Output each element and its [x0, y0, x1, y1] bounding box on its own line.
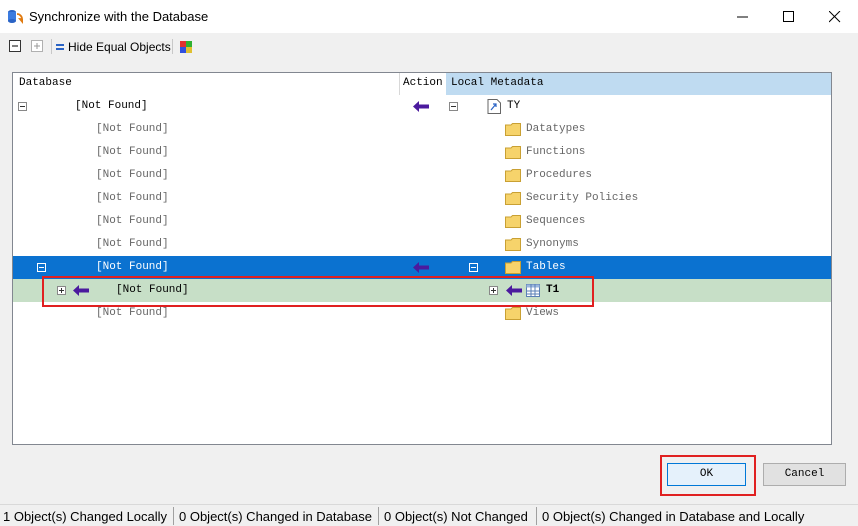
folder-icon: [505, 307, 521, 320]
column-header-database[interactable]: Database: [19, 77, 72, 89]
database-cell: [Not Found]: [116, 284, 189, 296]
toolbar-separator: [51, 39, 52, 54]
arrow-left-icon[interactable]: [73, 285, 89, 296]
database-cell: [Not Found]: [75, 100, 148, 112]
minimize-icon: [737, 16, 748, 18]
local-cell: Procedures: [526, 169, 593, 181]
tree-row-root[interactable]: [Not Found] TY: [13, 95, 831, 118]
plus-icon: [34, 43, 40, 49]
cancel-button[interactable]: Cancel: [763, 463, 846, 486]
sync-app-icon: [8, 10, 23, 24]
tree-row-t1[interactable]: [Not Found] T1: [13, 279, 831, 302]
arrow-left-icon[interactable]: [506, 285, 522, 296]
toolbar: Hide Equal Objects: [0, 33, 858, 61]
database-cell: [Not Found]: [96, 123, 169, 135]
tree-row-folder[interactable]: [Not Found] Synonyms: [13, 233, 831, 256]
folder-icon: [505, 261, 521, 274]
status-bar: 1 Object(s) Changed Locally 0 Object(s) …: [0, 504, 858, 526]
maximize-button[interactable]: [766, 0, 812, 33]
maximize-icon: [783, 11, 794, 22]
status-changed-locally: 1 Object(s) Changed Locally: [3, 509, 168, 524]
database-cell: [Not Found]: [96, 261, 169, 273]
database-cell: [Not Found]: [96, 146, 169, 158]
column-header-action[interactable]: Action: [403, 77, 443, 89]
folder-icon: [505, 192, 521, 205]
equals-icon: [56, 44, 64, 50]
collapse-all-button[interactable]: [9, 40, 21, 52]
arrow-left-icon[interactable]: [413, 262, 429, 273]
minimize-button[interactable]: [720, 0, 766, 33]
database-cell: [Not Found]: [96, 307, 169, 319]
collapse-toggle[interactable]: [18, 102, 27, 111]
close-button[interactable]: [812, 0, 858, 33]
hide-equal-objects-button[interactable]: Hide Equal Objects: [56, 37, 171, 57]
minus-icon: [12, 45, 18, 47]
schema-icon: [487, 99, 501, 114]
database-cell: [Not Found]: [96, 238, 169, 250]
expand-toggle[interactable]: [489, 286, 498, 295]
tree-row-views[interactable]: [Not Found] Views: [13, 302, 831, 325]
status-separator: [378, 507, 379, 525]
folder-icon: [505, 169, 521, 182]
toolbar-separator: [172, 39, 173, 54]
column-header-local-metadata[interactable]: Local Metadata: [446, 73, 831, 95]
local-cell: Datatypes: [526, 123, 586, 135]
status-changed-in-database: 0 Object(s) Changed in Database: [179, 509, 372, 524]
status-separator: [536, 507, 537, 525]
collapse-toggle[interactable]: [37, 263, 46, 272]
database-cell: [Not Found]: [96, 169, 169, 181]
ok-button[interactable]: OK: [667, 463, 746, 486]
tree-row-tables[interactable]: [Not Found] Tables: [13, 256, 831, 279]
folder-icon: [505, 146, 521, 159]
tree-header: Database Action Local Metadata: [13, 73, 831, 95]
tree-row-folder[interactable]: [Not Found] Security Policies: [13, 187, 831, 210]
window-title: Synchronize with the Database: [29, 9, 209, 24]
folder-icon: [505, 123, 521, 136]
local-cell: TY: [507, 100, 521, 112]
status-not-changed: 0 Object(s) Not Changed: [384, 509, 528, 524]
folder-icon: [505, 215, 521, 228]
tree-row-folder[interactable]: [Not Found] Functions: [13, 141, 831, 164]
status-separator: [173, 507, 174, 525]
database-cell: [Not Found]: [96, 192, 169, 204]
close-icon: [829, 11, 841, 23]
title-bar: Synchronize with the Database: [0, 0, 858, 33]
dialog-buttons: OK Cancel: [0, 448, 858, 504]
folder-icon: [505, 238, 521, 251]
local-cell: Tables: [526, 261, 566, 273]
tree-row-folder[interactable]: [Not Found] Datatypes: [13, 118, 831, 141]
local-cell: Synonyms: [526, 238, 579, 250]
expand-all-button[interactable]: [31, 40, 43, 52]
comparison-tree[interactable]: Database Action Local Metadata [Not Foun…: [12, 72, 832, 445]
hide-equal-objects-label: Hide Equal Objects: [68, 40, 171, 54]
tree-row-folder[interactable]: [Not Found] Sequences: [13, 210, 831, 233]
local-cell: Views: [526, 307, 560, 319]
local-cell: Sequences: [526, 215, 586, 227]
collapse-toggle[interactable]: [449, 102, 458, 111]
expand-toggle[interactable]: [57, 286, 66, 295]
column-divider: [399, 73, 400, 95]
color-palette-icon[interactable]: [180, 41, 192, 53]
status-changed-both: 0 Object(s) Changed in Database and Loca…: [542, 509, 805, 524]
local-cell: Security Policies: [526, 192, 639, 204]
arrow-left-icon[interactable]: [413, 101, 429, 112]
table-icon: [526, 284, 540, 297]
collapse-toggle[interactable]: [469, 263, 478, 272]
tree-row-folder[interactable]: [Not Found] Procedures: [13, 164, 831, 187]
local-cell: Functions: [526, 146, 586, 158]
local-cell: T1: [546, 284, 560, 296]
database-cell: [Not Found]: [96, 215, 169, 227]
